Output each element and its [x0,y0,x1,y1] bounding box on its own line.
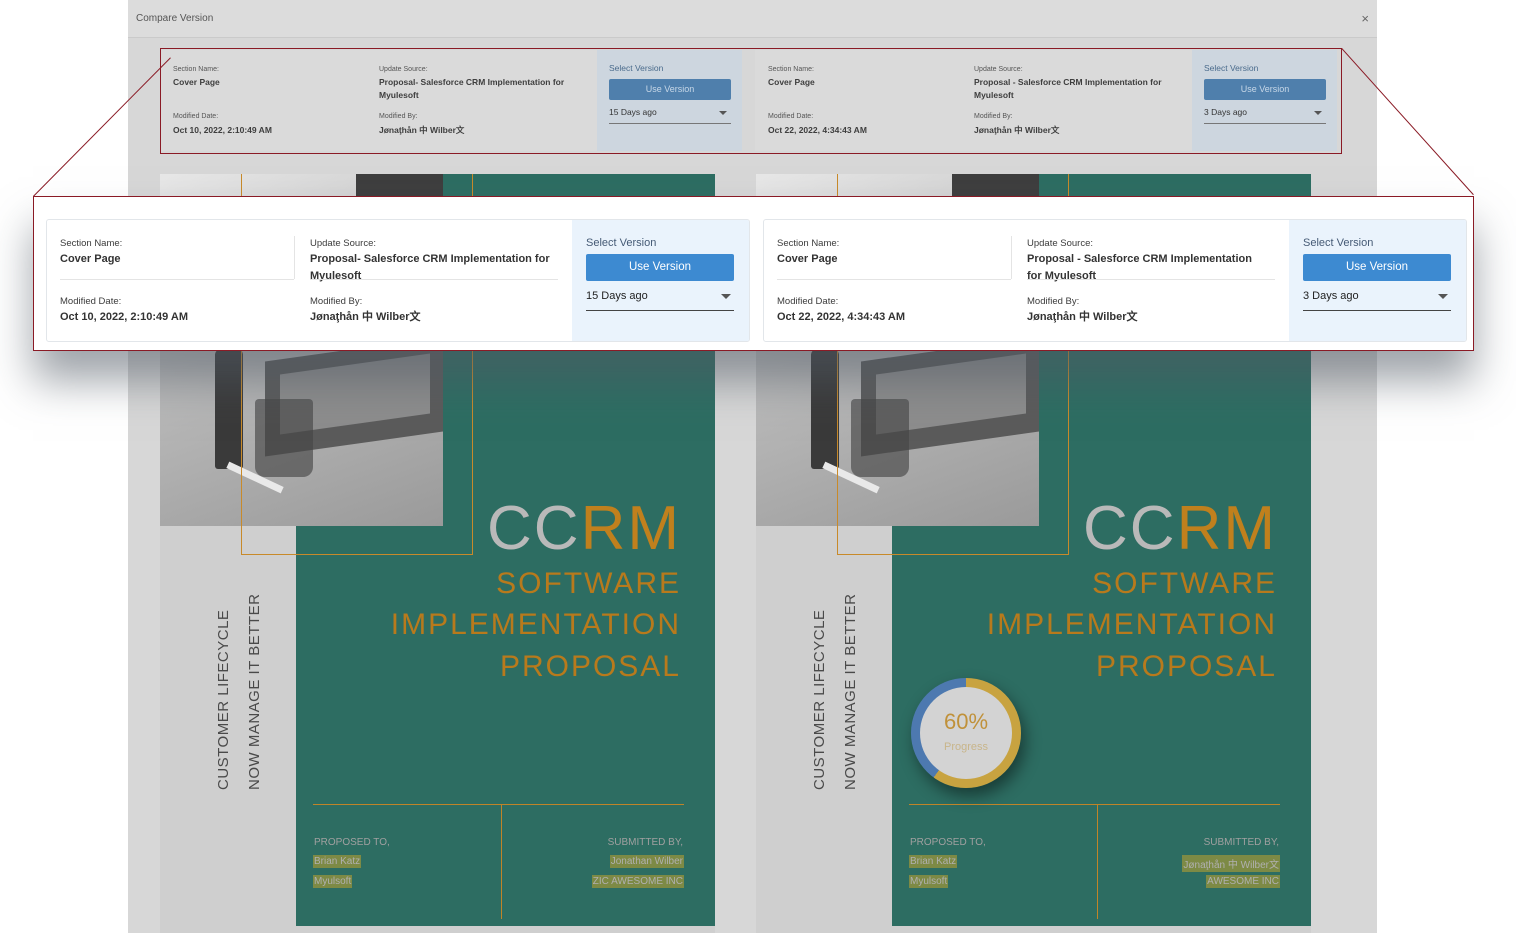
cover-title-ccrm: CCRM [487,494,681,563]
use-version-button[interactable]: Use Version [586,254,734,281]
modified-by-value: Jønaţhån 中 Wilber文 [310,311,421,323]
modal-title: Compare Version [136,13,214,24]
vertical-text-manage: NOW MANAGE IT BETTER [246,593,263,790]
vertical-text-lifecycle: CUSTOMER LIFECYCLE [215,609,232,790]
section-name-label: Section Name: [60,238,123,249]
modified-date-value: Oct 22, 2022, 4:34:43 AM [777,311,905,323]
section-name-value: Cover Page [777,253,838,265]
proposed-to-company: Myulsoft [909,875,949,888]
section-name-value: Cover Page [60,253,121,265]
modified-date-label: Modified Date: [60,296,122,307]
select-version-section: Select Version Use Version 15 Days ago [572,220,749,341]
zoomed-version-callout: Section Name: Cover Page Update Source: … [33,196,1474,351]
chevron-down-icon [721,294,731,299]
proposed-to-name: Brian Katz [313,855,362,868]
cover-title-line3: PROPOSAL [499,650,681,683]
version-dropdown-value: 3 Days ago [1303,290,1359,302]
proposed-to-label: PROPOSED TO, [314,837,390,848]
vertical-text-manage: NOW MANAGE IT BETTER [842,593,859,790]
proposed-to-company: Myulsoft [313,875,353,888]
select-version-section: Select Version Use Version 3 Days ago [1289,220,1466,341]
modified-date-label: Modified Date: [777,296,839,307]
progress-donut: 60% Progress [911,678,1021,788]
update-source-label: Update Source: [1027,238,1094,249]
progress-value: 60% [943,709,989,734]
submitter-company: ZIC AWESOME INC [591,875,684,888]
version-dropdown[interactable]: 15 Days ago [586,290,734,311]
modified-by-label: Modified By: [1027,296,1080,307]
vertical-text-lifecycle: CUSTOMER LIFECYCLE [811,609,828,790]
submitter-company: AWESOME INC [1206,875,1280,888]
submitted-by-label: SUBMITTED BY, [607,837,683,848]
select-version-label: Select Version [586,237,657,249]
progress-label: Progress [943,741,989,753]
version-dropdown[interactable]: 3 Days ago [1303,290,1451,311]
cover-title-line2: IMPLEMENTATION [986,608,1277,641]
submitter-name: Jonathan Wilber [609,855,684,868]
modified-by-value: Jønaţhån 中 Wilber文 [1027,311,1138,323]
cover-title-line3: PROPOSAL [1095,650,1277,683]
version-card-right: Section Name: Cover Page Update Source: … [763,219,1467,342]
select-version-label: Select Version [1303,237,1374,249]
version-dropdown-value: 15 Days ago [586,290,648,302]
section-name-label: Section Name: [777,238,840,249]
version-card-left: Section Name: Cover Page Update Source: … [46,219,750,342]
proposed-to-name: Brian Katz [909,855,958,868]
cover-title-line1: SOFTWARE [1092,567,1277,600]
update-source-label: Update Source: [310,238,377,249]
modal-header: Compare Version × [128,0,1377,38]
submitter-name: Jønaţhån 中 Wilber文 [1182,855,1280,872]
use-version-button[interactable]: Use Version [1303,254,1451,281]
submitted-by-label: SUBMITTED BY, [1203,837,1279,848]
cover-title-line1: SOFTWARE [496,567,681,600]
chevron-down-icon [1438,294,1448,299]
zoom-source-highlight [160,48,1342,154]
cover-title-ccrm: CCRM [1083,494,1277,563]
proposed-to-label: PROPOSED TO, [910,837,986,848]
modified-date-value: Oct 10, 2022, 2:10:49 AM [60,311,188,323]
close-icon[interactable]: × [1361,11,1369,26]
modified-by-label: Modified By: [310,296,363,307]
cover-title-line2: IMPLEMENTATION [390,608,681,641]
